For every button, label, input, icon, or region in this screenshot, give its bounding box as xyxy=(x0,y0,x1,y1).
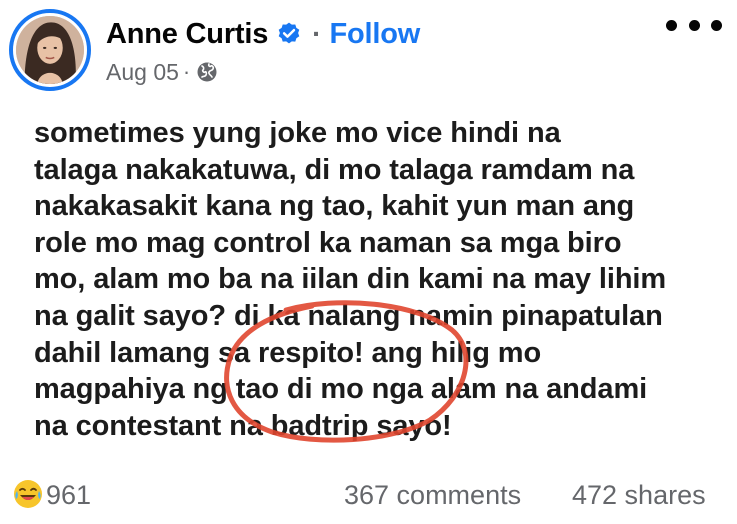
more-options-button[interactable] xyxy=(666,14,722,36)
post-text: sometimes yung joke mo vice hindi na tal… xyxy=(34,115,724,444)
post-text-line: mo, alam mo ba na iilan din kami na may … xyxy=(34,263,667,296)
verified-badge-icon xyxy=(276,21,302,47)
separator-dot: · xyxy=(312,18,322,49)
facebook-post: Anne Curtis · Follow Aug 05 · sometimes … xyxy=(0,0,737,524)
avatar[interactable] xyxy=(9,9,91,91)
follow-button[interactable]: Follow xyxy=(329,18,420,51)
post-text-line: magpahiya ng tao di mo nga alam na andam… xyxy=(34,373,648,406)
globe-icon xyxy=(196,61,218,83)
meta-separator: · xyxy=(182,59,191,84)
reaction-count[interactable]: 961 xyxy=(46,480,91,511)
more-options-icon xyxy=(688,19,700,31)
post-text-line: role mo mag control ka naman sa mga biro xyxy=(34,226,622,259)
post-meta: Aug 05 · xyxy=(106,56,218,88)
more-options-icon xyxy=(666,19,677,31)
post-text-line: talaga nakakatuwa, di mo talaga ramdam n… xyxy=(34,153,635,186)
author-name[interactable]: Anne Curtis xyxy=(106,18,268,51)
post-text-line: dahil lamang sa respito! ang hilig mo xyxy=(34,336,542,369)
post-timestamp[interactable]: Aug 05 xyxy=(106,59,179,86)
post-text-line: nakakasakit kana ng tao, kahit yun man a… xyxy=(34,190,635,223)
more-options-icon xyxy=(711,19,722,31)
post-text-line: na contestant na badtrip sayo! xyxy=(34,409,452,442)
post-footer: 961 367 comments 472 shares xyxy=(0,468,737,524)
avatar-image xyxy=(16,16,84,84)
laugh-cry-emoji-icon[interactable] xyxy=(12,478,44,510)
post-text-line: sometimes yung joke mo vice hindi na xyxy=(34,117,561,149)
post-text-line: na galit sayo? di ka nalang namin pinapa… xyxy=(34,299,663,332)
author-row: Anne Curtis · Follow xyxy=(106,14,420,54)
comments-count[interactable]: 367 comments xyxy=(344,480,521,511)
post-header: Anne Curtis · Follow Aug 05 · xyxy=(0,0,737,100)
shares-count[interactable]: 472 shares xyxy=(572,480,706,511)
